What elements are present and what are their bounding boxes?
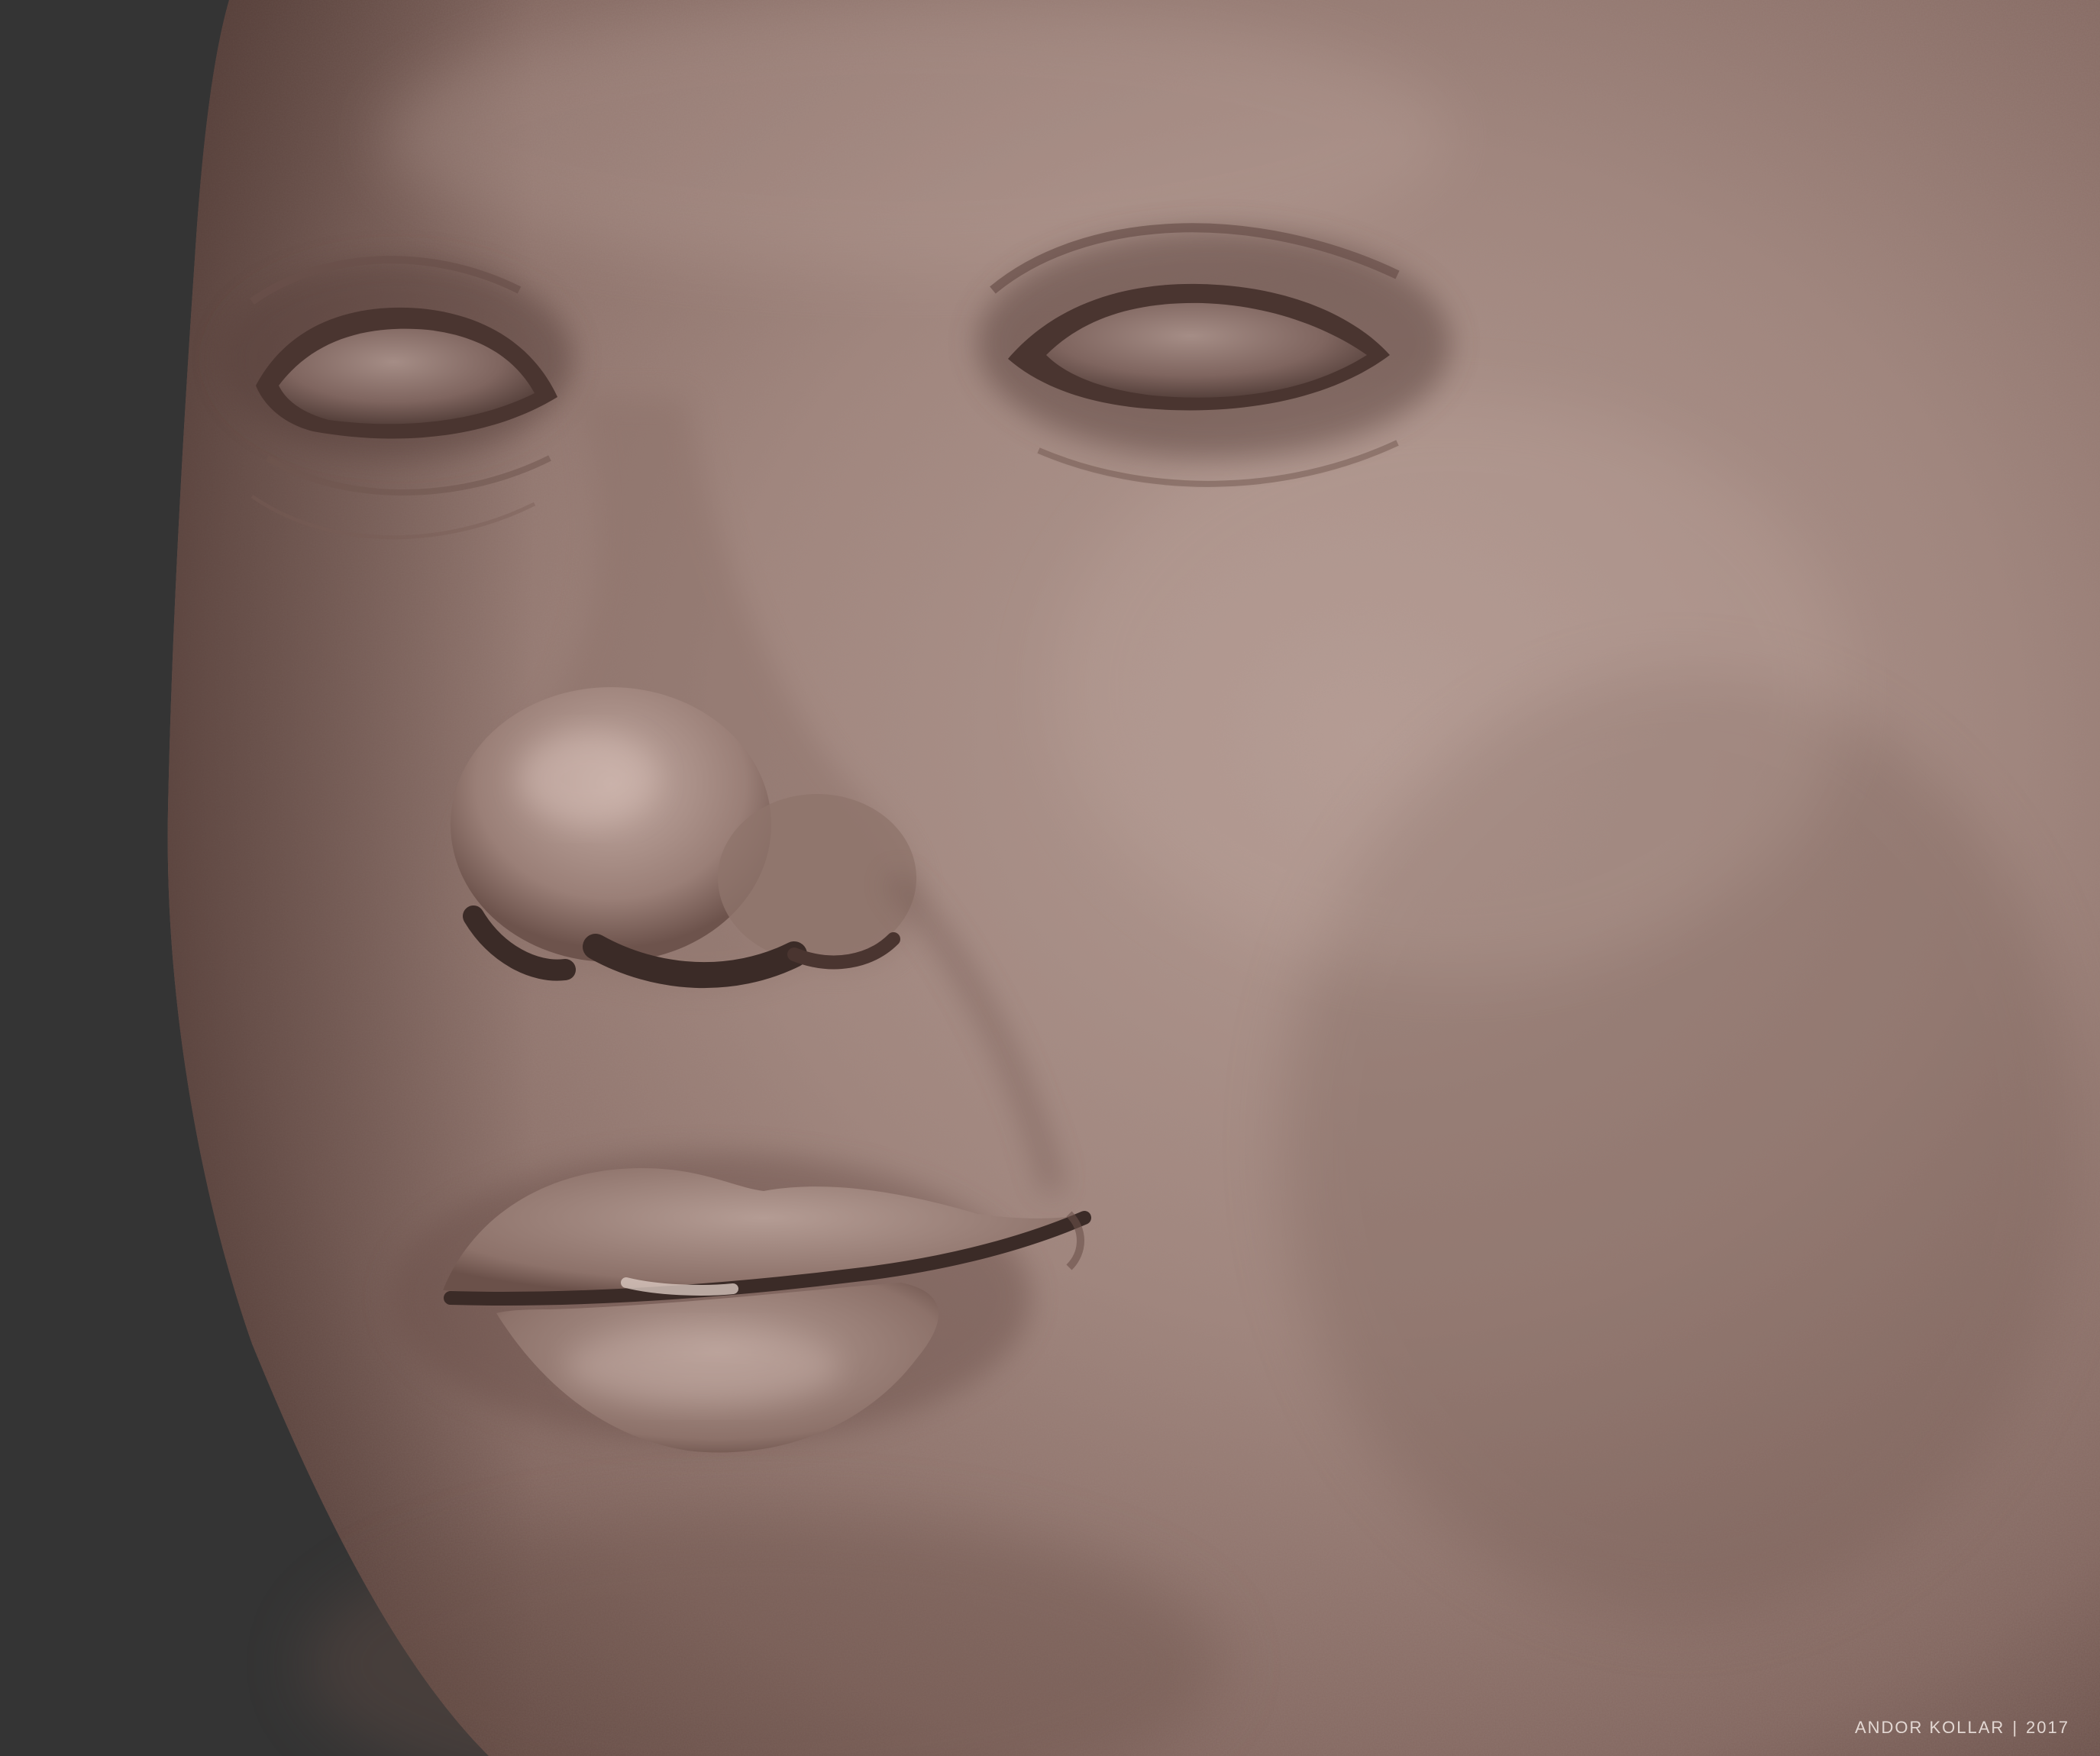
face-sculpt-render	[0, 0, 2100, 1756]
credit-author: ANDOR KOLLAR	[1854, 1718, 2005, 1737]
credit-year: 2017	[2026, 1718, 2069, 1737]
credit-separator: |	[2012, 1718, 2019, 1737]
artwork-canvas: ANDOR KOLLAR | 2017	[0, 0, 2100, 1756]
artist-credit: ANDOR KOLLAR | 2017	[1855, 1718, 2069, 1738]
forehead-highlight	[382, 0, 1451, 275]
